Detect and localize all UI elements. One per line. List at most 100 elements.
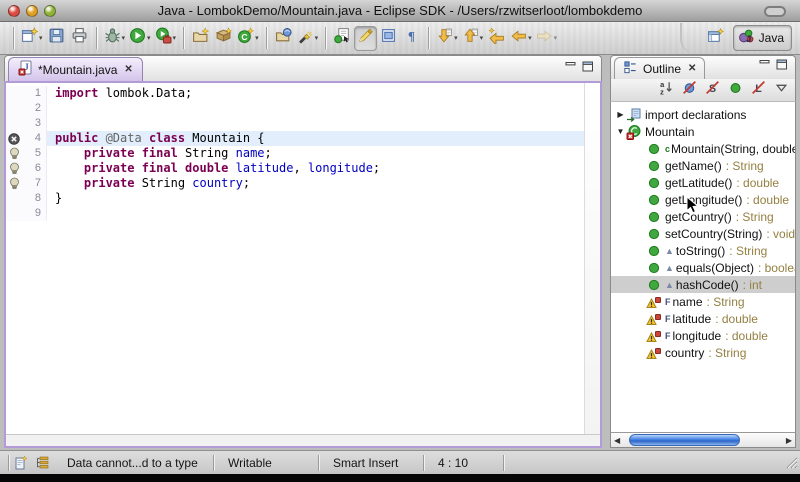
code-text[interactable]: private final double latitude, longitude… — [46, 161, 584, 176]
outline-item[interactable]: ▶import declarations — [611, 106, 795, 123]
code-text[interactable]: public @Data class Mountain { — [46, 131, 584, 146]
toolbar-toggle-button[interactable] — [764, 6, 786, 17]
hide-static-icon: S — [704, 79, 721, 101]
expand-arrow-icon[interactable]: ▶ — [615, 110, 626, 119]
outline-item[interactable]: getCountry(): String — [611, 208, 795, 225]
sort-button[interactable]: az — [656, 81, 676, 99]
hide-non-public-icon — [727, 79, 744, 101]
code-text[interactable] — [46, 116, 584, 131]
tab-close-icon[interactable]: ✕ — [124, 64, 132, 75]
mark-occurrences-button[interactable] — [354, 26, 377, 51]
new-java-package-button[interactable] — [212, 26, 235, 51]
outline-minimize-button[interactable] — [759, 57, 771, 75]
code-line[interactable]: 9 — [6, 206, 584, 221]
scroll-left-arrow-icon[interactable]: ◀ — [614, 436, 620, 445]
hide-local-types-button[interactable]: L — [748, 81, 768, 99]
code-lines[interactable]: 1import lombok.Data;234public @Data clas… — [6, 83, 584, 434]
outline-item[interactable]: ▼Mountain — [611, 123, 795, 140]
outline-item-type: : boolean — [758, 261, 795, 275]
eclipse-window: Java - LombokDemo/Mountain.java - Eclips… — [0, 0, 800, 482]
save-button[interactable] — [45, 26, 68, 51]
debug-button[interactable]: ▾ — [102, 26, 128, 51]
scrollbar-thumb[interactable] — [629, 434, 739, 446]
next-annotation-button[interactable]: ▾ — [434, 26, 460, 51]
dropdown-arrow-icon: ▾ — [528, 34, 532, 42]
run-button[interactable]: ▾ — [127, 26, 153, 51]
last-edit-location-button[interactable] — [485, 26, 508, 51]
collapse-arrow-icon[interactable]: ▼ — [615, 127, 626, 136]
error-marker-icon[interactable] — [6, 131, 22, 146]
external-tools-button[interactable]: ▾ — [153, 26, 179, 51]
outline-item[interactable]: Fname: String — [611, 293, 795, 310]
code-text[interactable]: import lombok.Data; — [46, 86, 584, 101]
scroll-right-arrow-icon[interactable]: ▶ — [786, 436, 792, 445]
bulb-marker-icon[interactable] — [6, 146, 22, 161]
outline-tab[interactable]: Outline ✕ — [614, 57, 705, 79]
outline-item[interactable]: Flatitude: double — [611, 310, 795, 327]
open-type-button[interactable] — [272, 26, 295, 51]
editor-horizontal-scrollbar[interactable] — [6, 434, 600, 446]
code-line[interactable]: 1import lombok.Data; — [6, 86, 584, 101]
outline-item-type: : String — [736, 210, 774, 224]
new-java-project-button[interactable] — [189, 26, 212, 51]
outline-item[interactable]: ▲toString(): String — [611, 242, 795, 259]
outline-item[interactable]: getLatitude(): double — [611, 174, 795, 191]
code-text[interactable] — [46, 206, 584, 221]
toolbar-separator — [96, 27, 97, 49]
bulb-marker-icon[interactable] — [6, 176, 22, 191]
tree-structure-icon[interactable] — [31, 455, 53, 470]
outline-item-label: Mountain(String, double — [671, 142, 795, 156]
show-source-of-selected-button[interactable] — [331, 26, 354, 51]
forward-button[interactable]: ▾ — [534, 26, 560, 51]
outline-item[interactable]: getLongitude(): double — [611, 191, 795, 208]
method-icon — [646, 226, 662, 242]
code-text[interactable]: private final String name; — [46, 146, 584, 161]
code-line[interactable]: 4public @Data class Mountain { — [6, 131, 584, 146]
outline-horizontal-scrollbar[interactable]: ◀ ▶ — [610, 432, 796, 448]
marker-gutter — [6, 116, 22, 131]
hide-static-button[interactable]: S — [702, 81, 722, 99]
editor-tab-mountain-java[interactable]: J *Mountain.java ✕ — [8, 57, 143, 81]
new-wizard-button[interactable]: ▾ — [19, 26, 45, 51]
open-perspective-button[interactable] — [704, 26, 727, 51]
outline-item[interactable]: cMountain(String, double — [611, 140, 795, 157]
perspective-java-button[interactable]: J Java — [733, 25, 792, 51]
outline-item[interactable]: getName(): String — [611, 157, 795, 174]
search-button[interactable]: ▾ — [295, 26, 321, 51]
bulb-marker-icon[interactable] — [6, 161, 22, 176]
outline-item[interactable]: ▲hashCode(): int — [611, 276, 795, 293]
outline-close-icon[interactable]: ✕ — [688, 63, 696, 74]
hide-non-public-button[interactable] — [725, 81, 745, 99]
code-line[interactable]: 7 private String country; — [6, 176, 584, 191]
code-line[interactable]: 8} — [6, 191, 584, 206]
page-star-icon[interactable] — [9, 455, 31, 471]
outline-item[interactable]: country: String — [611, 344, 795, 361]
outline-maximize-button[interactable] — [776, 57, 788, 75]
code-line[interactable]: 3 — [6, 116, 584, 131]
outline-item[interactable]: Flongitude: double — [611, 327, 795, 344]
show-selected-element-only-button[interactable] — [377, 26, 400, 51]
code-text[interactable]: } — [46, 191, 584, 206]
new-wizard-icon — [21, 27, 38, 49]
new-java-class-button[interactable]: C▾ — [235, 26, 261, 51]
outline-item[interactable]: ▲equals(Object): boolean — [611, 259, 795, 276]
line-number: 7 — [22, 176, 46, 191]
code-text[interactable] — [46, 101, 584, 116]
overview-ruler[interactable] — [584, 83, 600, 434]
hide-fields-button[interactable] — [679, 81, 699, 99]
dropdown-arrow-icon: ▾ — [122, 34, 126, 42]
line-number: 8 — [22, 191, 46, 206]
editor-minimize-button[interactable] — [565, 59, 577, 77]
show-whitespace-button[interactable]: ¶ — [400, 26, 423, 51]
previous-annotation-button[interactable]: ▾ — [460, 26, 486, 51]
print-button[interactable] — [68, 26, 91, 51]
back-button[interactable]: ▾ — [508, 26, 534, 51]
resize-grip[interactable] — [784, 455, 798, 472]
code-line[interactable]: 6 private final double latitude, longitu… — [6, 161, 584, 176]
editor-maximize-button[interactable] — [582, 59, 594, 77]
code-text[interactable]: private String country; — [46, 176, 584, 191]
view-menu-button[interactable] — [771, 81, 791, 99]
code-line[interactable]: 5 private final String name; — [6, 146, 584, 161]
code-line[interactable]: 2 — [6, 101, 584, 116]
outline-item[interactable]: setCountry(String): void — [611, 225, 795, 242]
